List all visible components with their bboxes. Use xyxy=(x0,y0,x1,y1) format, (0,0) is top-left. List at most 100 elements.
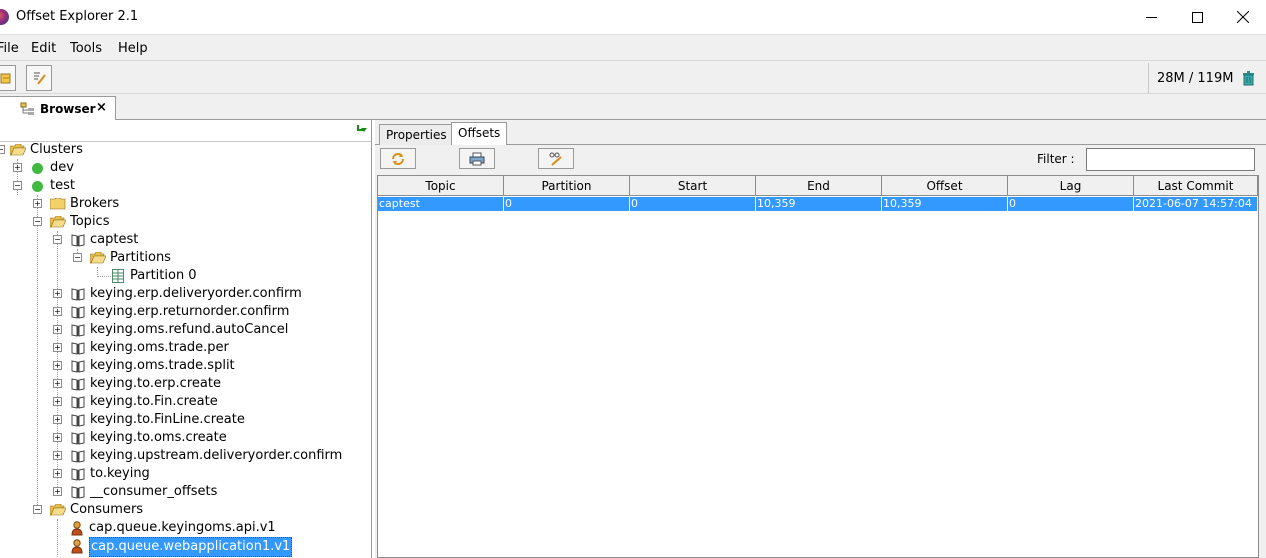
collapse-icon[interactable]: − xyxy=(0,145,5,154)
tree-label: Brokers xyxy=(70,196,120,211)
refresh-down-arrow-icon[interactable] xyxy=(356,123,368,137)
expand-icon[interactable]: + xyxy=(53,469,62,478)
tree-label: Clusters xyxy=(30,142,83,157)
tree-node-topic[interactable]: + keying.upstream.deliveryorder.confirm xyxy=(0,447,342,465)
table-cell: 0 xyxy=(504,197,630,211)
tree-node-consumers[interactable]: − Consumers xyxy=(0,501,160,519)
expand-icon[interactable]: + xyxy=(53,289,62,298)
expand-icon[interactable]: + xyxy=(53,379,62,388)
tree-node-topic[interactable]: + to.keying xyxy=(0,465,330,483)
expand-icon[interactable]: + xyxy=(53,361,62,370)
tree-node-partition-0[interactable]: Partition 0 xyxy=(0,267,200,285)
partition-icon xyxy=(112,269,124,283)
filter-input[interactable] xyxy=(1086,148,1255,171)
column-header[interactable]: Topic xyxy=(378,176,504,196)
topic-icon xyxy=(71,414,85,427)
column-header[interactable]: End xyxy=(756,176,882,196)
tree-node-topic[interactable]: + __consumer_offsets xyxy=(0,483,330,501)
table-cell: 10,359 xyxy=(756,197,882,211)
edit-offsets-button[interactable] xyxy=(538,148,574,169)
tree-node-brokers[interactable]: + Brokers xyxy=(0,195,140,213)
tree-node-topic[interactable]: + keying.to.erp.create xyxy=(0,375,330,393)
tree-node-topics[interactable]: − Topics xyxy=(0,213,140,231)
tree-node-topic-captest[interactable]: − captest xyxy=(0,231,160,249)
tree-label: Consumers xyxy=(70,502,144,517)
table-cell: 0 xyxy=(630,197,756,211)
refresh-offsets-button[interactable] xyxy=(380,148,416,169)
toolbar-separator xyxy=(1148,63,1149,93)
tree-node-topic[interactable]: + keying.to.Fin.create xyxy=(0,393,330,411)
tree-node-consumer[interactable]: cap.queue.keyingoms.api.v1 xyxy=(0,519,300,537)
tree-node-test[interactable]: − test xyxy=(0,177,120,195)
table-row[interactable]: captest 0 0 10,359 10,359 0 2021-06-07 14:57:0… xyxy=(378,197,1258,211)
cluster-online-icon xyxy=(32,181,43,192)
topic-icon xyxy=(71,288,85,301)
expand-icon[interactable]: + xyxy=(53,433,62,442)
tree-node-topic[interactable]: + keying.oms.trade.split xyxy=(0,357,330,375)
collapse-icon[interactable]: − xyxy=(73,253,82,262)
expand-icon[interactable]: + xyxy=(53,397,62,406)
window-title: Offset Explorer 2.1 xyxy=(16,9,139,24)
tab-browser[interactable]: Browser × xyxy=(0,96,116,120)
tree-node-partitions[interactable]: − Partitions xyxy=(0,249,180,267)
expand-icon[interactable]: + xyxy=(53,415,62,424)
offsets-table: Topic Partition Start End Offset Lag Last Comm… xyxy=(377,175,1259,558)
close-window-button[interactable] xyxy=(1220,0,1266,34)
printer-icon xyxy=(469,152,485,165)
tab-offsets[interactable]: Offsets xyxy=(451,122,508,145)
collapse-icon[interactable]: − xyxy=(53,235,62,244)
column-header[interactable]: Last Commit xyxy=(1134,176,1258,196)
expand-icon[interactable]: + xyxy=(53,343,62,352)
tree-label: keying.upstream.deliveryorder.confirm xyxy=(90,448,343,463)
expand-icon[interactable]: + xyxy=(53,325,62,334)
topic-icon xyxy=(71,342,85,355)
edit-offsets-icon xyxy=(549,152,562,166)
maximize-icon xyxy=(1191,11,1203,23)
garbage-collect-icon[interactable] xyxy=(1242,70,1255,86)
topic-icon xyxy=(71,324,85,337)
menu-file[interactable]: File xyxy=(0,41,19,56)
detail-tabs: Properties Offsets xyxy=(375,122,1266,145)
tree-node-topic[interactable]: + keying.erp.deliveryorder.confirm xyxy=(0,285,330,303)
menu-edit[interactable]: Edit xyxy=(31,41,56,56)
table-cell: 10,359 xyxy=(882,197,1008,211)
tree-node-topic[interactable]: + keying.oms.refund.autoCancel xyxy=(0,321,330,339)
tree-node-topic[interactable]: + keying.to.FinLine.create xyxy=(0,411,330,429)
expand-icon[interactable]: + xyxy=(33,199,42,208)
menu-help[interactable]: Help xyxy=(118,41,148,56)
table-cell: captest xyxy=(378,197,504,211)
expand-icon[interactable]: + xyxy=(53,451,62,460)
tree-node-clusters[interactable]: − Clusters xyxy=(0,141,120,159)
topic-icon xyxy=(71,486,85,499)
menu-tools[interactable]: Tools xyxy=(70,41,102,56)
tree-node-topic[interactable]: + keying.oms.trade.per xyxy=(0,339,330,357)
column-header[interactable]: Offset xyxy=(882,176,1008,196)
minimize-button[interactable] xyxy=(1128,0,1174,34)
menu-bar: File Edit Tools Help xyxy=(0,34,1266,60)
tree-label: Partition 0 xyxy=(130,268,197,283)
table-cell: 0 xyxy=(1008,197,1134,211)
expand-icon[interactable]: + xyxy=(53,307,62,316)
print-button[interactable] xyxy=(459,148,495,169)
tree-node-topic[interactable]: + keying.to.oms.create xyxy=(0,429,330,447)
close-tab-icon[interactable]: × xyxy=(96,100,107,115)
expand-icon[interactable]: + xyxy=(13,163,22,172)
browser-tree-icon xyxy=(20,102,34,115)
tree-node-dev[interactable]: + dev xyxy=(0,159,120,177)
column-header[interactable]: Lag xyxy=(1008,176,1134,196)
tab-properties[interactable]: Properties xyxy=(379,124,454,145)
edit-icon xyxy=(34,72,46,85)
expand-icon[interactable]: + xyxy=(53,487,62,496)
maximize-button[interactable] xyxy=(1174,0,1220,34)
consumer-icon xyxy=(71,521,83,536)
tree-node-topic[interactable]: + keying.erp.returnorder.confirm xyxy=(0,303,330,321)
collapse-icon[interactable]: − xyxy=(13,181,22,190)
tree-label: Partitions xyxy=(110,250,171,265)
collapse-icon[interactable]: − xyxy=(33,505,42,514)
column-header[interactable]: Start xyxy=(630,176,756,196)
add-cluster-button[interactable] xyxy=(0,65,16,91)
column-header[interactable]: Partition xyxy=(504,176,630,196)
tree-node-consumer[interactable]: cap.queue.webapplication1.v1 xyxy=(0,537,300,557)
edit-cluster-button[interactable] xyxy=(26,65,52,91)
collapse-icon[interactable]: − xyxy=(33,217,42,226)
